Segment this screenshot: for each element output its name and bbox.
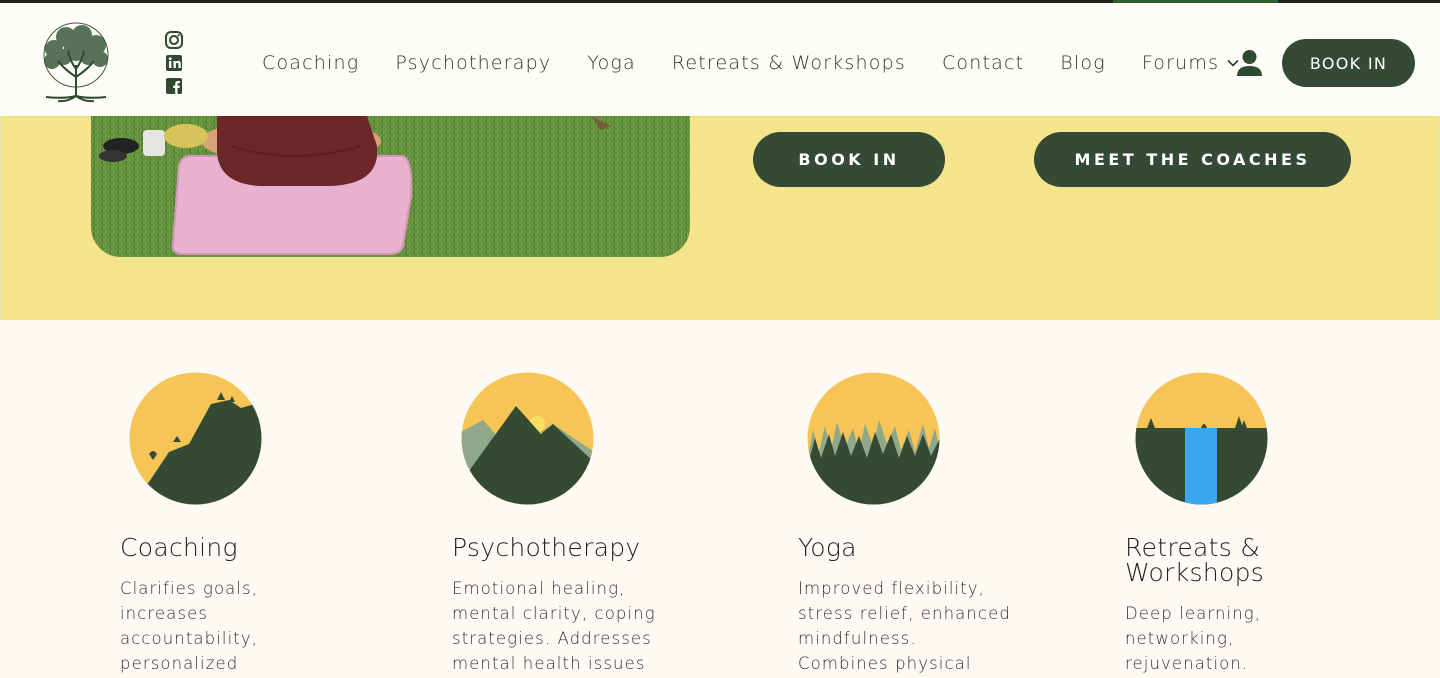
tree-logo-icon[interactable] [24, 21, 128, 103]
site-header: Coaching Psychotherapy Yoga Retreats & W… [0, 0, 1440, 116]
nav-item-retreats-workshops[interactable]: Retreats & Workshops [672, 52, 906, 74]
meet-coaches-button[interactable]: MEET THE COACHES [1034, 132, 1351, 187]
nav-item-contact[interactable]: Contact [942, 52, 1024, 74]
header-book-button[interactable]: BOOK IN [1282, 39, 1415, 87]
instagram-icon[interactable] [164, 30, 184, 50]
header-accent-bar [1113, 0, 1278, 3]
nav-item-psychotherapy[interactable]: Psychotherapy [395, 52, 551, 74]
nav-item-forums[interactable]: Forums [1142, 52, 1239, 74]
service-title: Yoga [798, 533, 857, 562]
grass-field-icon [807, 372, 940, 505]
service-card-yoga: Yoga Improved flexibility, stress relief… [798, 372, 1058, 678]
user-account-icon[interactable] [1236, 49, 1263, 77]
service-description: Deep learning, networking, rejuvenation. [1125, 604, 1262, 673]
service-card-retreats-workshops: Retreats & Workshops Deep learning, netw… [1125, 372, 1385, 676]
facebook-icon[interactable] [164, 76, 184, 96]
service-description: Clarifies goals, increases accountabilit… [120, 579, 259, 673]
nav-item-blog[interactable]: Blog [1060, 52, 1106, 74]
service-title: Psychotherapy [452, 533, 641, 562]
service-title: Coaching [120, 533, 238, 562]
nav-item-forums-label: Forums [1141, 52, 1220, 74]
service-description: Emotional healing, mental clarity, copin… [452, 579, 656, 673]
service-title: Retreats & Workshops [1125, 533, 1265, 587]
nav-item-yoga[interactable]: Yoga [587, 52, 636, 74]
service-description: Improved flexibility, stress relief, enh… [798, 579, 1011, 673]
nav-item-coaching[interactable]: Coaching [262, 52, 359, 74]
mountain-climb-icon [129, 372, 262, 505]
hero-section: BOOK IN MEET THE COACHES [0, 116, 1440, 320]
service-card-coaching: Coaching Clarifies goals, increases acco… [120, 372, 380, 678]
waterfall-icon [1135, 372, 1268, 505]
social-links [164, 30, 186, 99]
mountain-sunrise-icon [461, 372, 594, 505]
linkedin-icon[interactable] [164, 53, 184, 73]
service-card-psychotherapy: Psychotherapy Emotional healing, mental … [452, 372, 712, 676]
main-nav: Coaching Psychotherapy Yoga Retreats & W… [244, 45, 1257, 81]
yoga-photo [91, 116, 690, 257]
hero-book-button[interactable]: BOOK IN [753, 132, 945, 187]
